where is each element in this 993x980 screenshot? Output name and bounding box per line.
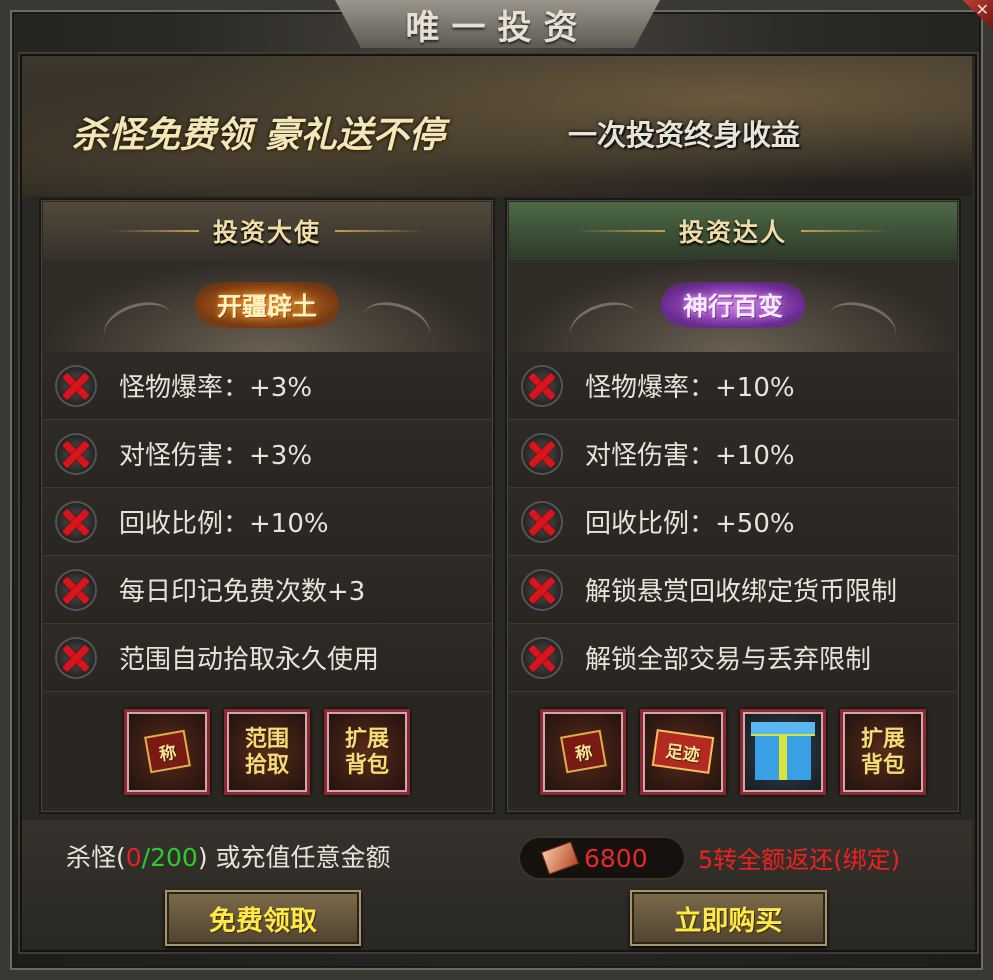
perk-text: 对怪伤害：+10% [585, 441, 795, 471]
perk-list: 怪物爆率：+10% 对怪伤害：+10% 回收比例：+50% 解锁悬赏回收绑定货币… [509, 352, 957, 692]
perk-text: 范围自动拾取永久使用 [119, 645, 380, 675]
reward-footprint[interactable]: 足迹 [640, 708, 726, 795]
perk-row: 每日印记免费次数+3 [43, 556, 491, 624]
reward-slots: 称 足迹 扩展背包 [509, 695, 957, 808]
kill-total: /200 [141, 843, 198, 872]
reward-expand-bag[interactable]: 扩展背包 [840, 708, 926, 795]
perk-row: 解锁全部交易与丢弃限制 [509, 624, 957, 692]
perk-row: 范围自动拾取永久使用 [43, 624, 491, 692]
wing-ornament-right [356, 294, 436, 357]
x-mark-icon [523, 366, 561, 405]
tier-emblem: 神行百变 [660, 282, 806, 328]
kill-progress-text: 杀怪(0/200) 或充值任意金额 [66, 838, 391, 874]
banner-slogan-left: 杀怪免费领 豪礼送不停 [72, 114, 445, 156]
refund-note: 5转全额返还(绑定) [698, 846, 900, 874]
window-title: 唯一投资 [405, 7, 590, 48]
perk-row: 怪物爆率：+3% [43, 352, 491, 420]
tier-name: 投资大使 [212, 218, 321, 247]
x-mark-icon [57, 502, 95, 541]
x-mark-icon [523, 434, 561, 473]
perk-row: 对怪伤害：+3% [43, 420, 491, 488]
tier-emblem: 开疆辟土 [194, 282, 340, 328]
tier-panel-expert: 投资达人 神行百变 怪物爆率：+10% 对怪伤害：+10% 回收比例：+50% … [505, 198, 961, 814]
perk-row: 回收比例：+50% [509, 488, 957, 556]
header-ornament-right [335, 230, 425, 232]
perk-text: 回收比例：+50% [585, 509, 795, 539]
range-pickup-icon: 范围拾取 [244, 725, 289, 778]
perk-text: 解锁全部交易与丢弃限制 [585, 645, 872, 675]
reward-title-plaque[interactable]: 称 [540, 708, 626, 795]
kill-suffix: ) 或充值任意金额 [197, 843, 391, 872]
title-plaque-icon: 称 [143, 729, 191, 774]
x-mark-icon [523, 570, 561, 609]
perk-row: 回收比例：+10% [43, 488, 491, 556]
perk-list: 怪物爆率：+3% 对怪伤害：+3% 回收比例：+10% 每日印记免费次数+3 范… [43, 352, 491, 692]
header-ornament-left [108, 230, 199, 232]
tier-panel-ambassador: 投资大使 开疆辟土 怪物爆率：+3% 对怪伤害：+3% 回收比例：+10% 每日… [39, 198, 495, 814]
perk-row: 对怪伤害：+10% [509, 420, 957, 488]
perk-text: 解锁悬赏回收绑定货币限制 [585, 577, 898, 607]
reward-range-pickup[interactable]: 范围拾取 [224, 708, 310, 795]
x-mark-icon [523, 502, 561, 541]
banner-slogan-right: 一次投资终身收益 [568, 118, 801, 152]
x-mark-icon [523, 638, 561, 677]
price-value: 6800 [584, 843, 648, 873]
price-display: 6800 [518, 836, 686, 880]
tier-header: 投资大使 [43, 202, 491, 260]
wing-ornament-right [822, 294, 902, 357]
header-ornament-right [801, 230, 891, 232]
window-title-plate: 唯一投资 [335, 0, 660, 48]
coupon-icon [540, 841, 580, 875]
reward-expand-bag[interactable]: 扩展背包 [324, 708, 410, 795]
free-claim-button[interactable]: 免费领取 [165, 890, 361, 946]
gift-box-icon [751, 721, 815, 780]
x-mark-icon [57, 366, 95, 405]
perk-text: 每日印记免费次数+3 [119, 577, 366, 607]
header-ornament-left [574, 230, 665, 232]
title-plaque-icon: 称 [559, 729, 607, 774]
emblem-area: 神行百变 [509, 260, 957, 357]
expand-bag-icon: 扩展背包 [860, 725, 905, 778]
x-mark-icon [57, 570, 95, 609]
perk-text: 怪物爆率：+10% [585, 373, 795, 403]
tier-header: 投资达人 [509, 202, 957, 260]
expand-bag-icon: 扩展背包 [344, 725, 389, 778]
kill-prefix: 杀怪( [66, 843, 126, 872]
perk-row: 怪物爆率：+10% [509, 352, 957, 420]
wing-ornament-left [564, 294, 644, 357]
reward-gift-box[interactable] [740, 708, 826, 795]
kill-current: 0 [125, 843, 142, 872]
x-mark-icon [57, 638, 95, 677]
reward-slots: 称 范围拾取 扩展背包 [43, 695, 491, 808]
perk-row: 解锁悬赏回收绑定货币限制 [509, 556, 957, 624]
perk-text: 怪物爆率：+3% [119, 373, 313, 403]
buy-now-button[interactable]: 立即购买 [630, 890, 827, 946]
emblem-area: 开疆辟土 [43, 260, 491, 357]
tier-name: 投资达人 [678, 218, 787, 247]
reward-title-plaque[interactable]: 称 [124, 708, 210, 795]
footprint-plaque-icon: 足迹 [651, 729, 715, 774]
perk-text: 回收比例：+10% [119, 509, 329, 539]
perk-text: 对怪伤害：+3% [119, 441, 313, 471]
wing-ornament-left [98, 294, 178, 357]
x-mark-icon [57, 434, 95, 473]
